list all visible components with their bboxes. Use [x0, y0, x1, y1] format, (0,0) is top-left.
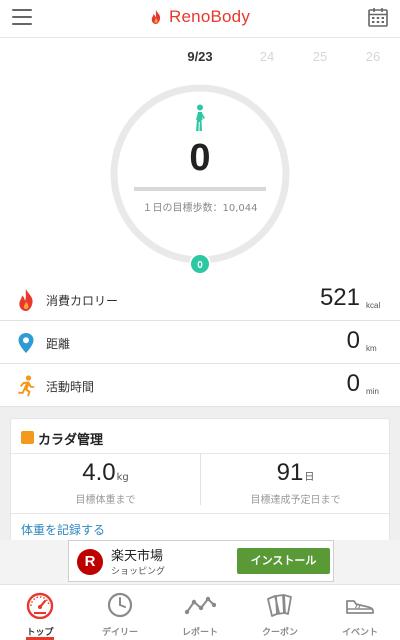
speedometer-icon	[26, 592, 54, 619]
nav-item-coupon[interactable]: クーポン	[240, 585, 320, 640]
weight-to-goal: 4.0kg 目標体重まで	[11, 459, 200, 511]
activity-stats: 消費カロリー 521 kcal 距離 0 km 活動時間 0 min	[0, 278, 400, 407]
calendar-icon[interactable]	[368, 7, 388, 27]
stat-label-distance: 距離	[46, 337, 71, 351]
date-tabs: 9/23 24 25 26	[0, 44, 400, 70]
nav-item-top[interactable]: トップ	[0, 585, 80, 640]
stat-row-activity-time[interactable]: 活動時間 0 min	[0, 364, 400, 407]
logo-text: RenoBody	[169, 6, 251, 26]
nav-label-coupon: クーポン	[261, 628, 298, 638]
steps-divider-bar	[134, 187, 266, 191]
bottom-navigation: トップ デイリー レポート クーポン イベント	[0, 584, 400, 640]
days-to-goal-label: 目標達成予定日まで	[250, 495, 341, 506]
weight-to-goal-unit: kg	[116, 472, 129, 483]
scale-icon	[21, 431, 34, 444]
coupon-tickets-icon	[267, 594, 292, 617]
running-person-icon	[18, 375, 35, 397]
stat-label-activity-time: 活動時間	[46, 380, 95, 394]
nav-label-daily: デイリー	[101, 628, 138, 638]
step-progress-ring: 0 １日の目標歩数：10,044 0	[108, 82, 292, 275]
date-tab[interactable]: 26	[353, 49, 393, 64]
days-to-goal-unit: 日	[304, 472, 315, 483]
stat-row-distance[interactable]: 距離 0 km	[0, 321, 400, 364]
nav-label-report: レポート	[181, 628, 218, 638]
ad-subtitle: ショッピング	[111, 567, 166, 577]
stat-unit-calories: kcal	[366, 301, 381, 310]
stat-unit-distance: km	[366, 344, 377, 353]
app-header: RenoBody	[0, 0, 400, 38]
clock-icon	[107, 592, 133, 618]
days-to-goal-value: 91	[276, 459, 304, 486]
card-divider	[11, 513, 389, 514]
card-title: カラダ管理	[38, 433, 104, 448]
date-tab-current[interactable]: 9/23	[180, 49, 220, 64]
body-management-card: カラダ管理 4.0kg 目標体重まで 91日 目標達成予定日まで 体重を記録する	[10, 418, 390, 558]
stat-row-calories[interactable]: 消費カロリー 521 kcal	[0, 278, 400, 321]
flame-icon	[19, 289, 33, 311]
flame-logo-icon	[151, 9, 161, 24]
ad-title: 楽天市場	[111, 549, 164, 564]
line-chart-icon	[184, 596, 216, 615]
record-weight-link[interactable]: 体重を記録する	[21, 521, 105, 538]
install-button[interactable]: インストール	[237, 548, 330, 574]
stat-label-calories: 消費カロリー	[46, 294, 119, 308]
date-tab[interactable]: 24	[247, 49, 287, 64]
walking-person-icon	[196, 104, 205, 131]
nav-item-event[interactable]: イベント	[320, 585, 400, 640]
stat-value-calories: 521	[319, 284, 360, 311]
app-logo: RenoBody	[0, 6, 400, 30]
weight-to-goal-label: 目標体重まで	[75, 495, 136, 506]
rakuten-logo-icon: R	[77, 549, 103, 575]
nav-item-daily[interactable]: デイリー	[80, 585, 160, 640]
nav-item-report[interactable]: レポート	[160, 585, 240, 640]
stat-unit-activity-time: min	[366, 387, 379, 396]
stat-value-distance: 0	[346, 327, 360, 354]
ad-banner[interactable]: R 楽天市場 ショッピング インストール	[68, 540, 334, 582]
sneaker-icon	[346, 600, 374, 614]
nav-label-event: イベント	[341, 628, 378, 638]
date-tab[interactable]: 25	[300, 49, 340, 64]
location-pin-icon	[18, 333, 34, 353]
weight-to-goal-value: 4.0	[82, 459, 116, 486]
steps-count: 0	[189, 137, 211, 179]
steps-goal-text: １日の目標歩数：10,044	[142, 203, 258, 214]
progress-badge: 0	[189, 253, 211, 275]
days-to-goal: 91日 目標達成予定日まで	[201, 459, 390, 511]
stat-value-activity-time: 0	[346, 370, 360, 397]
